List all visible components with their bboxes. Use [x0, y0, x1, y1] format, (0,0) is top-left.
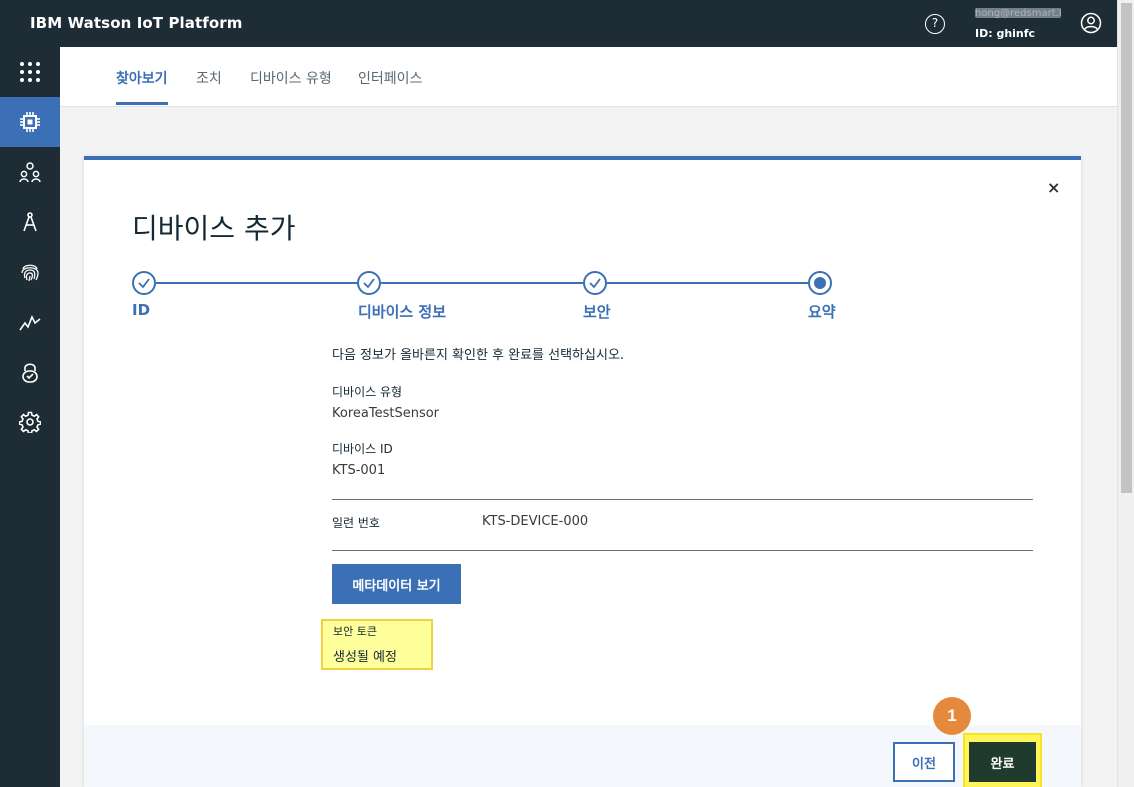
serial-number-label: 일련 번호 — [332, 516, 380, 530]
security-token-value: 생성될 예정 — [333, 650, 397, 665]
security-token-label: 보안 토큰 — [333, 625, 377, 638]
user-icon[interactable] — [1080, 12, 1102, 34]
app-title[interactable]: IBM Watson IoT Platform — [30, 14, 243, 32]
security-token-highlight: 보안 토큰 생성될 예정 — [321, 619, 433, 670]
tab-browse[interactable]: 찾아보기 — [116, 68, 168, 88]
dialog-footer: 이전 완료 — [84, 725, 1081, 787]
step-label-device-info[interactable]: 디바이스 정보 — [358, 301, 446, 322]
settings-gear-icon — [19, 411, 41, 433]
device-id-label: 디바이스 ID — [332, 442, 393, 456]
sidebar-item-members[interactable] — [0, 147, 60, 197]
account-id: ID: ghinfc — [975, 27, 1036, 40]
sidebar-item-apps[interactable] — [0, 47, 60, 97]
stepper-line — [607, 282, 809, 284]
top-bar: IBM Watson IoT Platform ? hong@redsmart.… — [0, 0, 1117, 47]
device-type-label: 디바이스 유형 — [332, 385, 403, 399]
vertical-scrollbar[interactable] — [1117, 0, 1134, 787]
sidebar-item-security[interactable] — [0, 347, 60, 397]
sidebar-item-usage[interactable] — [0, 297, 60, 347]
view-metadata-button[interactable]: 메타데이터 보기 — [332, 564, 461, 604]
sidebar-item-identity[interactable] — [0, 247, 60, 297]
active-tab-indicator — [116, 102, 168, 105]
sidebar-item-settings[interactable] — [0, 397, 60, 447]
stepper-line — [156, 282, 357, 284]
instruction-text: 다음 정보가 올바른지 확인한 후 완료를 선택하십시오. — [332, 348, 625, 363]
step-number-badge: 1 — [933, 697, 971, 735]
step-complete-icon[interactable] — [583, 271, 607, 295]
devices-chip-icon — [20, 112, 40, 132]
tab-device-types[interactable]: 디바이스 유형 — [250, 68, 332, 88]
fingerprint-icon — [21, 264, 39, 282]
security-lock-icon — [22, 363, 38, 383]
divider — [332, 550, 1033, 551]
done-button-highlight: 완료 — [963, 733, 1042, 787]
close-icon[interactable]: × — [1047, 178, 1060, 197]
apps-compass-icon — [23, 212, 37, 232]
sidebar-item-devices[interactable] — [0, 97, 60, 147]
serial-number-value: KTS-DEVICE-000 — [482, 514, 589, 529]
step-complete-icon[interactable] — [357, 271, 381, 295]
scrollbar-thumb[interactable] — [1121, 3, 1132, 493]
apps-grid-icon — [20, 62, 40, 82]
sidebar — [0, 47, 60, 787]
device-id-value: KTS-001 — [332, 463, 386, 478]
done-button[interactable]: 완료 — [969, 742, 1036, 782]
help-icon[interactable]: ? — [925, 14, 945, 34]
usage-chart-icon — [19, 315, 41, 331]
step-label-id[interactable]: ID — [132, 301, 150, 319]
step-label-summary: 요약 — [808, 303, 836, 321]
dialog-title: 디바이스 추가 — [132, 212, 296, 245]
tab-bar: 찾아보기 조치 디바이스 유형 인터페이스 — [60, 47, 1117, 107]
stepper-line — [381, 282, 583, 284]
step-current-icon — [808, 271, 832, 295]
tab-actions[interactable]: 조치 — [196, 68, 222, 88]
sidebar-item-apps-compass[interactable] — [0, 197, 60, 247]
step-complete-icon[interactable] — [132, 271, 156, 295]
members-icon — [19, 162, 41, 183]
account-info[interactable]: hong@redsmart.kr ID: ghinfc — [975, 5, 1070, 40]
previous-button[interactable]: 이전 — [893, 742, 955, 782]
divider — [332, 499, 1033, 500]
device-type-value: KoreaTestSensor — [332, 406, 440, 421]
add-device-dialog: × 디바이스 추가 ID 디바이스 정보 보안 요약 다음 정보가 올바른지 확… — [84, 156, 1081, 787]
step-label-security[interactable]: 보안 — [583, 301, 611, 322]
tab-interfaces[interactable]: 인터페이스 — [358, 68, 422, 88]
account-email: hong@redsmart.kr — [975, 8, 1061, 18]
